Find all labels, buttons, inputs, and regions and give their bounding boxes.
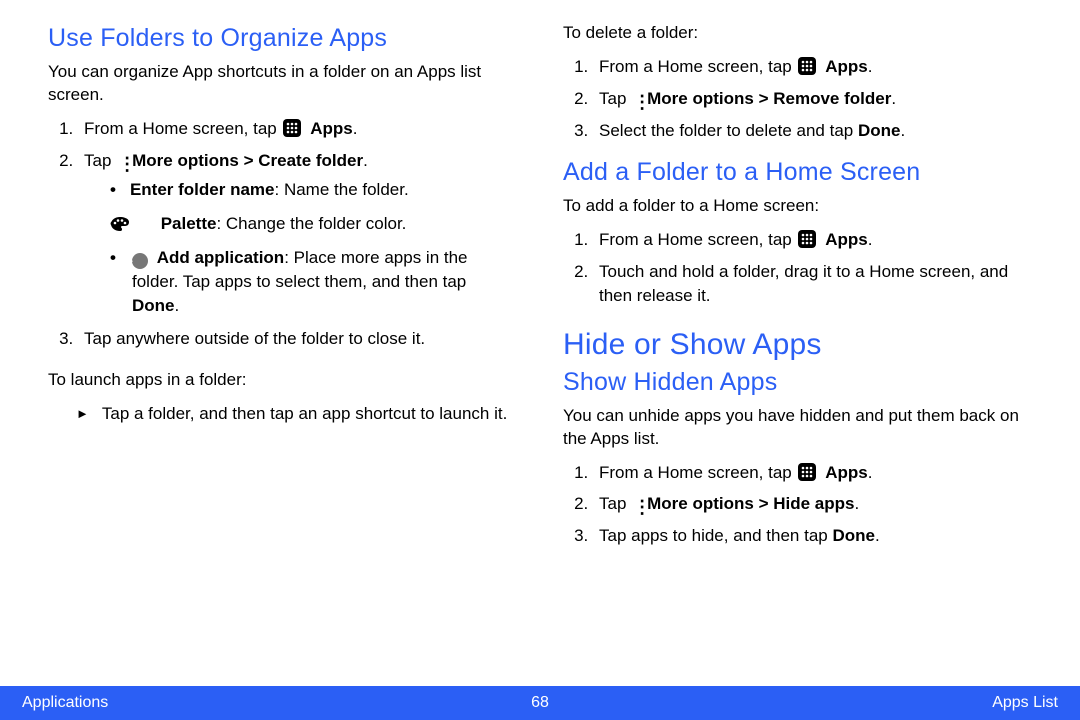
text: . <box>868 463 873 482</box>
bullet-palette: Palette: Change the folder color. <box>124 212 517 236</box>
footer-left: Applications <box>22 694 108 712</box>
steps-delete-folder: From a Home screen, tap Apps. Tap More o… <box>563 55 1032 142</box>
step-2: Tap More options > Create folder. Enter … <box>78 149 517 318</box>
step: Touch and hold a folder, drag it to a Ho… <box>593 260 1032 308</box>
text-bold: Add application <box>157 248 285 267</box>
apps-icon <box>283 119 301 137</box>
step: Tap More options > Hide apps. <box>593 492 1032 516</box>
text-bold: Apps <box>825 230 868 249</box>
text-bold: Done <box>132 296 175 315</box>
page-number: 68 <box>0 694 1080 712</box>
text: From a Home screen, tap <box>599 57 796 76</box>
step: Tap More options > Remove folder. <box>593 87 1032 111</box>
text: Tap apps to hide, and then tap <box>599 526 832 545</box>
apps-icon <box>798 230 816 248</box>
text: From a Home screen, tap <box>599 230 796 249</box>
page: Use Folders to Organize Apps You can org… <box>0 0 1080 720</box>
apps-icon <box>798 57 816 75</box>
bullet-enter-name: Enter folder name: Name the folder. <box>124 178 517 202</box>
text-bold: Apps <box>825 463 868 482</box>
more-options-icon <box>633 495 643 513</box>
step: From a Home screen, tap Apps. <box>593 461 1032 485</box>
steps-show-hidden: From a Home screen, tap Apps. Tap More o… <box>563 461 1032 548</box>
left-column: Use Folders to Organize Apps You can org… <box>48 22 517 560</box>
text-bold: Palette <box>161 214 217 233</box>
paragraph-intro: You can organize App shortcuts in a fold… <box>48 61 517 107</box>
palette-icon <box>132 215 152 231</box>
paragraph-add: To add a folder to a Home screen: <box>563 195 1032 218</box>
steps-add-folder: From a Home screen, tap Apps. Touch and … <box>563 228 1032 307</box>
text: . <box>900 121 905 140</box>
step: From a Home screen, tap Apps. <box>593 228 1032 252</box>
text-bold: Done <box>858 121 901 140</box>
text: . <box>868 230 873 249</box>
text-bold: More options > Remove folder <box>647 89 891 108</box>
text: . <box>175 296 180 315</box>
arrow-list: Tap a folder, and then tap an app shortc… <box>48 402 517 426</box>
text: From a Home screen, tap <box>84 119 281 138</box>
paragraph-show: You can unhide apps you have hidden and … <box>563 405 1032 451</box>
text: . <box>854 494 859 513</box>
text: Tap <box>599 494 631 513</box>
text: Select the folder to delete and tap <box>599 121 858 140</box>
text: From a Home screen, tap <box>599 463 796 482</box>
text: Tap <box>599 89 631 108</box>
step-1: From a Home screen, tap Apps. <box>78 117 517 141</box>
right-column: To delete a folder: From a Home screen, … <box>563 22 1032 560</box>
apps-icon <box>798 463 816 481</box>
text: : Change the folder color. <box>216 214 406 233</box>
text: . <box>353 119 358 138</box>
text-bold: Apps <box>310 119 353 138</box>
more-options-icon <box>633 90 643 108</box>
columns: Use Folders to Organize Apps You can org… <box>48 22 1032 560</box>
heading-show-hidden: Show Hidden Apps <box>563 368 1032 397</box>
heading-use-folders: Use Folders to Organize Apps <box>48 24 517 53</box>
text: Tap <box>84 151 116 170</box>
bullet-add-app: + Add application: Place more apps in th… <box>124 246 517 317</box>
text-bold: More options > Hide apps <box>647 494 854 513</box>
text: . <box>363 151 368 170</box>
text-bold: Enter folder name <box>130 180 275 199</box>
text: : Name the folder. <box>275 180 409 199</box>
text: . <box>891 89 896 108</box>
footer-bar: Applications 68 Apps List <box>0 686 1080 720</box>
paragraph-launch: To launch apps in a folder: <box>48 369 517 392</box>
steps-create-folder: From a Home screen, tap Apps. Tap More o… <box>48 117 517 351</box>
paragraph-delete: To delete a folder: <box>563 22 1032 45</box>
arrow-item: Tap a folder, and then tap an app shortc… <box>102 402 517 426</box>
text-bold: Done <box>832 526 875 545</box>
text: . <box>875 526 880 545</box>
step: Select the folder to delete and tap Done… <box>593 119 1032 143</box>
sub-bullets: Enter folder name: Name the folder. Pale… <box>84 178 517 317</box>
footer-right: Apps List <box>992 694 1058 712</box>
heading-add-folder: Add a Folder to a Home Screen <box>563 158 1032 187</box>
text-bold: Apps <box>825 57 868 76</box>
text-bold: More options > Create folder <box>132 151 363 170</box>
text: . <box>868 57 873 76</box>
step-3: Tap anywhere outside of the folder to cl… <box>78 327 517 351</box>
step: Tap apps to hide, and then tap Done. <box>593 524 1032 548</box>
heading-hide-show: Hide or Show Apps <box>563 328 1032 362</box>
step: From a Home screen, tap Apps. <box>593 55 1032 79</box>
plus-icon: + <box>132 253 148 269</box>
more-options-icon <box>118 152 128 170</box>
